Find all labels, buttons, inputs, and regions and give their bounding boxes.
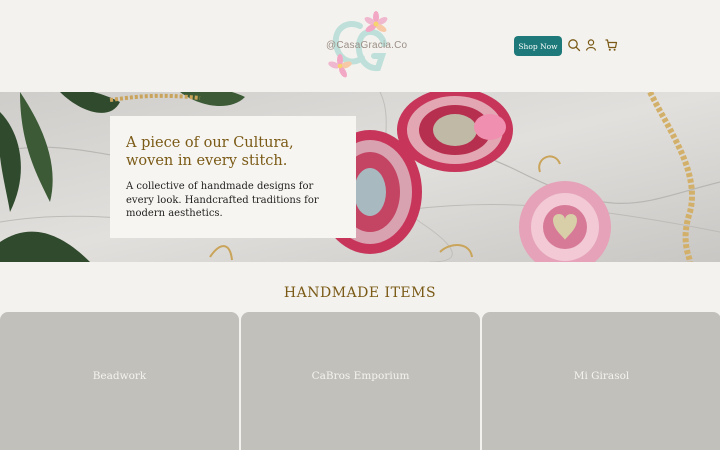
collection-card-label: Beadwork <box>92 370 147 382</box>
collection-card-label: Mi Girasol <box>573 370 630 382</box>
account-icon[interactable] <box>584 38 598 52</box>
collection-card-cabros-emporium[interactable]: CaBros Emporium <box>241 312 480 450</box>
collection-card-mi-girasol[interactable]: Mi Girasol <box>482 312 720 450</box>
hero-card: A piece of our Cultura, woven in every s… <box>110 116 356 238</box>
hero-image <box>0 92 720 262</box>
collection-card-label: CaBros Emporium <box>311 370 410 382</box>
shop-now-button[interactable]: Shop Now <box>514 36 562 56</box>
brand-handle: @CasaGracia.Co <box>326 40 408 51</box>
hero-banner: A piece of our Cultura, woven in every s… <box>0 92 720 262</box>
search-icon[interactable] <box>567 38 581 52</box>
section-title: HANDMADE ITEMS <box>283 285 437 301</box>
collection-card-beadwork[interactable]: Beadwork <box>0 312 239 450</box>
hero-description: A collective of handmade designs for eve… <box>126 181 319 219</box>
collection-grid: Beadwork CaBros Emporium Mi Girasol <box>0 312 720 450</box>
site-header: @CasaGracia.Co Shop Now <box>0 0 720 92</box>
hero-title: A piece of our Cultura, woven in every s… <box>126 135 294 169</box>
cart-icon[interactable] <box>604 38 618 52</box>
